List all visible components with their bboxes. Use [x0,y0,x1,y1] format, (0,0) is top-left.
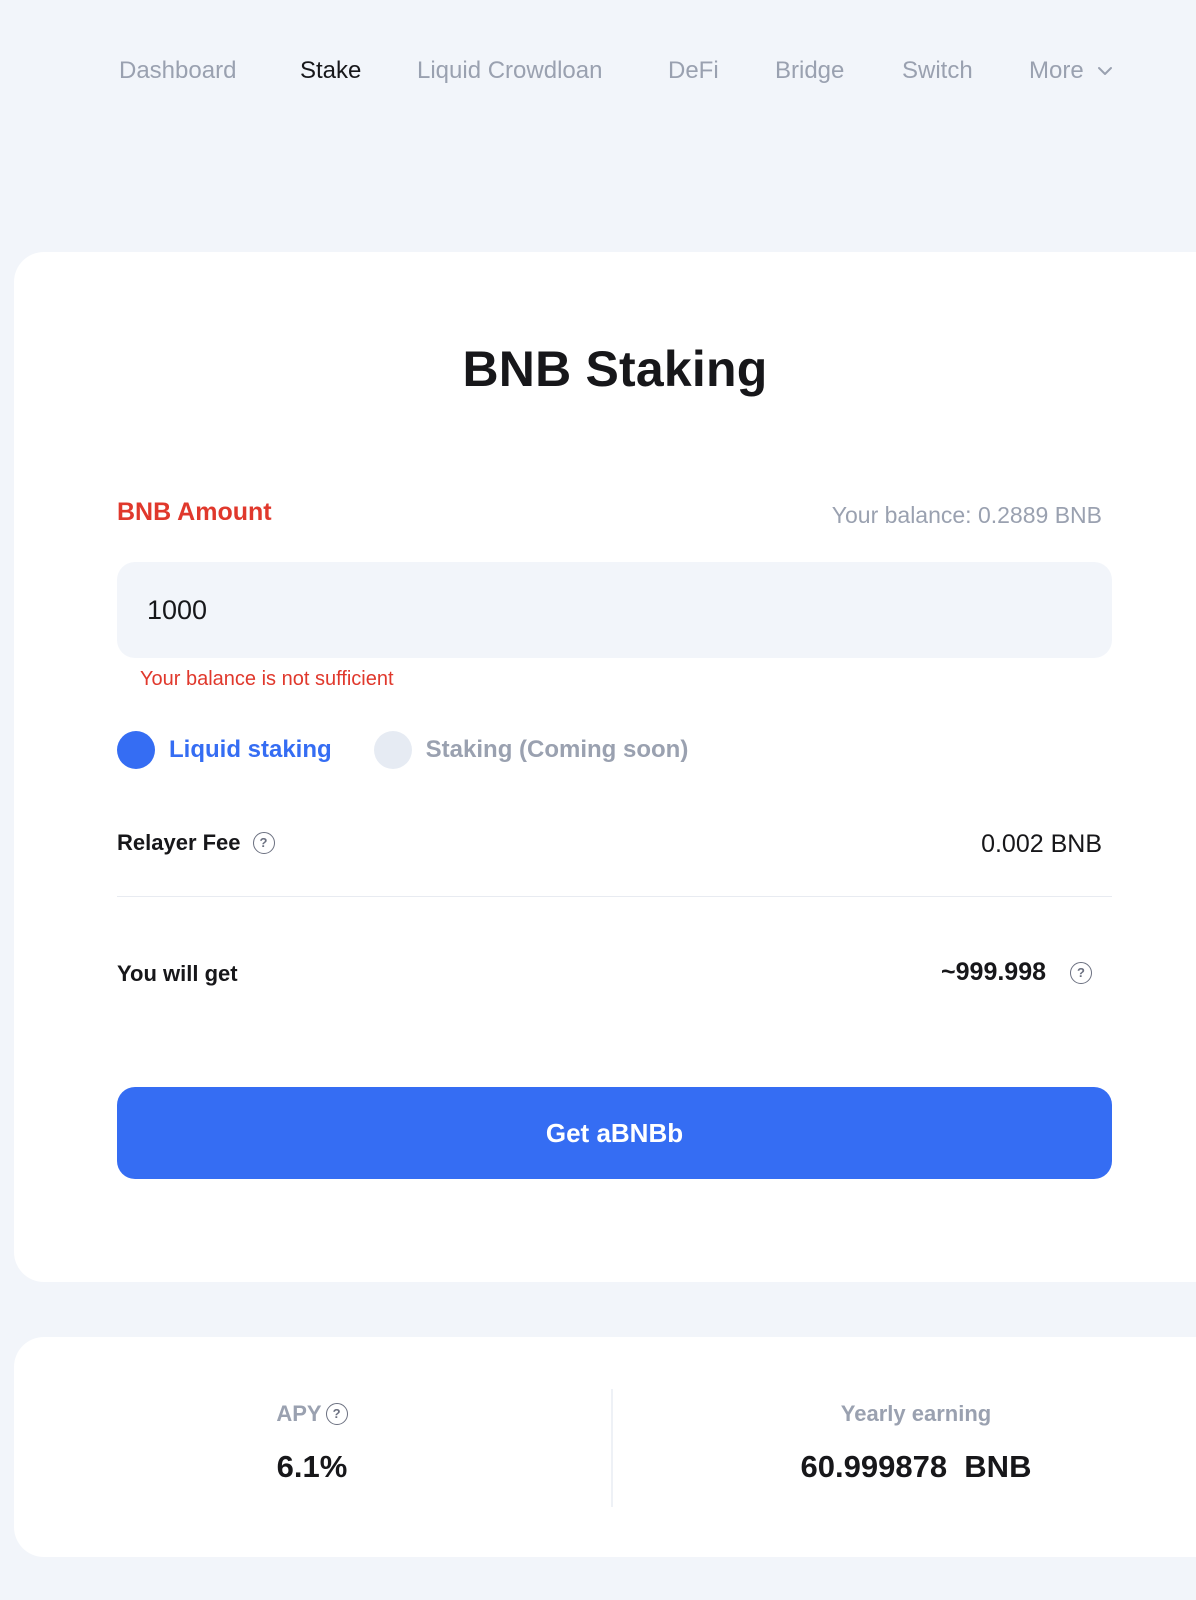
nav-item-dashboard[interactable]: Dashboard [119,50,236,92]
balance-text: Your balance: 0.2889 BNB [831,502,1102,528]
chevron-down-icon [1097,67,1112,75]
staking-card: BNB Staking BNB Amount Your balance: 0.2… [14,252,1196,1282]
get-abnbb-button[interactable]: Get aBNBb [117,1087,1112,1179]
nav-item-more[interactable]: More [1029,50,1114,92]
amount-label: BNB Amount [117,498,272,526]
divider [117,896,1112,897]
you-will-get-label: You will get [117,961,238,986]
stats-card: APY ? 6.1% Yearly earning 60.999878 BNB [14,1337,1196,1557]
apy-stat: APY ? 6.1% [14,1337,610,1557]
option-label: Staking (Coming soon) [425,736,689,763]
error-message: Your balance is not sufficient [140,668,394,690]
relayer-fee-label-group: Relayer Fee ? [117,830,275,856]
top-nav: Dashboard Stake Liquid Crowdloan DeFi Br… [0,50,1196,92]
help-circle-icon[interactable]: ? [325,1403,348,1425]
you-will-get-group: ~999.998 ? [941,958,1092,987]
radio-disabled-icon [373,731,412,769]
yearly-earning-label: Yearly earning [840,1401,992,1426]
option-liquid-staking[interactable]: Liquid staking [117,731,332,769]
option-staking-coming-soon[interactable]: Staking (Coming soon) [373,731,689,769]
nav-more-label: More [1029,57,1084,84]
amount-input[interactable] [117,562,1112,658]
nav-item-bridge[interactable]: Bridge [775,50,844,92]
nav-item-switch[interactable]: Switch [902,50,973,92]
option-label: Liquid staking [169,736,332,763]
nav-item-stake[interactable]: Stake [300,50,361,92]
help-circle-icon[interactable]: ? [252,832,275,854]
relayer-fee-label: Relayer Fee [117,830,241,855]
you-will-get-value: ~999.998 [941,958,1046,986]
relayer-fee-value: 0.002 BNB [981,830,1102,858]
nav-item-liquid-crowdloan[interactable]: Liquid Crowdloan [417,50,602,92]
page-title: BNB Staking [462,341,768,397]
staking-type-options: Liquid staking Staking (Coming soon) [117,731,730,769]
yearly-earning-stat: Yearly earning 60.999878 BNB [611,1337,1196,1557]
nav-item-defi[interactable]: DeFi [668,50,719,92]
radio-selected-icon [117,731,155,769]
apy-label-group: APY ? [14,1401,610,1427]
help-circle-icon[interactable]: ? [1070,961,1092,984]
apy-label: APY [276,1401,322,1426]
apy-value: 6.1% [276,1449,348,1484]
yearly-earning-value: 60.999878 BNB [800,1449,1032,1484]
